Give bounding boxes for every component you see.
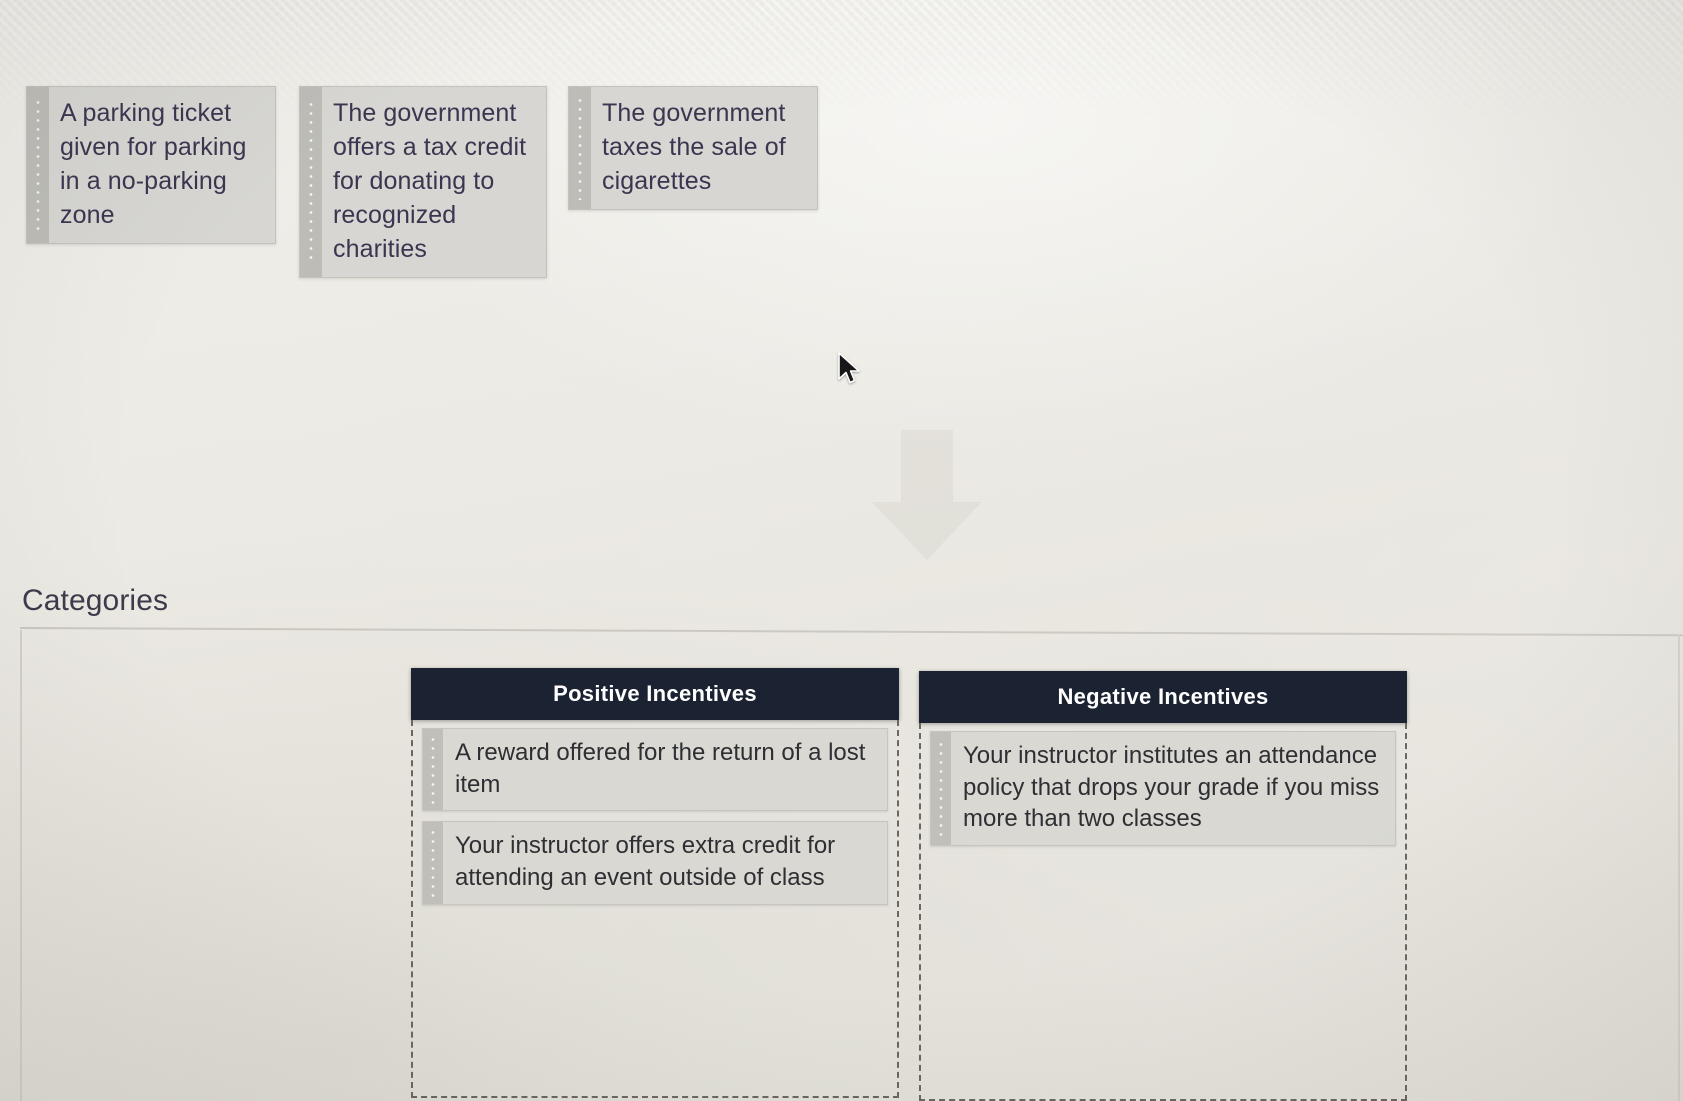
dropped-item-label: A reward offered for the return of a los…	[455, 739, 866, 798]
drag-grip-icon[interactable]	[569, 87, 591, 209]
drag-grip-icon[interactable]	[423, 822, 443, 904]
categories-panel-right-edge	[1678, 634, 1680, 1101]
dropped-item-card[interactable]: A reward offered for the return of a los…	[422, 728, 888, 812]
dropped-item-label: Your instructor institutes an attendance…	[963, 742, 1380, 833]
dropped-item-label: Your instructor offers extra credit for …	[455, 832, 836, 892]
category-title: Negative Incentives	[919, 671, 1407, 723]
draggable-item-label: A parking ticket given for parking in a …	[60, 99, 247, 229]
down-arrow-watermark-icon	[872, 430, 982, 560]
category-dropzone[interactable]: Your instructor institutes an attendance…	[919, 723, 1407, 1101]
unsorted-items-tray: A parking ticket given for parking in a …	[0, 0, 1683, 300]
draggable-item-card[interactable]: The government taxes the sale of cigaret…	[568, 86, 818, 210]
drag-grip-icon[interactable]	[300, 87, 322, 277]
drag-grip-icon[interactable]	[423, 729, 443, 811]
dropped-item-card[interactable]: Your instructor offers extra credit for …	[422, 821, 888, 905]
draggable-item-label: The government taxes the sale of cigaret…	[602, 99, 786, 195]
categories-panel-left-edge	[20, 630, 22, 1101]
categories-heading: Categories	[22, 584, 169, 617]
category-dropzone[interactable]: A reward offered for the return of a los…	[411, 720, 899, 1098]
category-column-positive-incentives: Positive Incentives A reward offered for…	[411, 668, 899, 1098]
draggable-item-card[interactable]: The government offers a tax credit for d…	[299, 86, 547, 278]
dropped-item-card[interactable]: Your instructor institutes an attendance…	[930, 731, 1396, 847]
category-title: Positive Incentives	[411, 668, 899, 720]
category-column-negative-incentives: Negative Incentives Your instructor inst…	[919, 671, 1407, 1101]
drag-grip-icon[interactable]	[931, 732, 951, 846]
drag-grip-icon[interactable]	[27, 87, 49, 243]
draggable-item-label: The government offers a tax credit for d…	[333, 99, 527, 263]
mouse-pointer-icon	[838, 352, 860, 384]
draggable-item-card[interactable]: A parking ticket given for parking in a …	[26, 86, 276, 244]
